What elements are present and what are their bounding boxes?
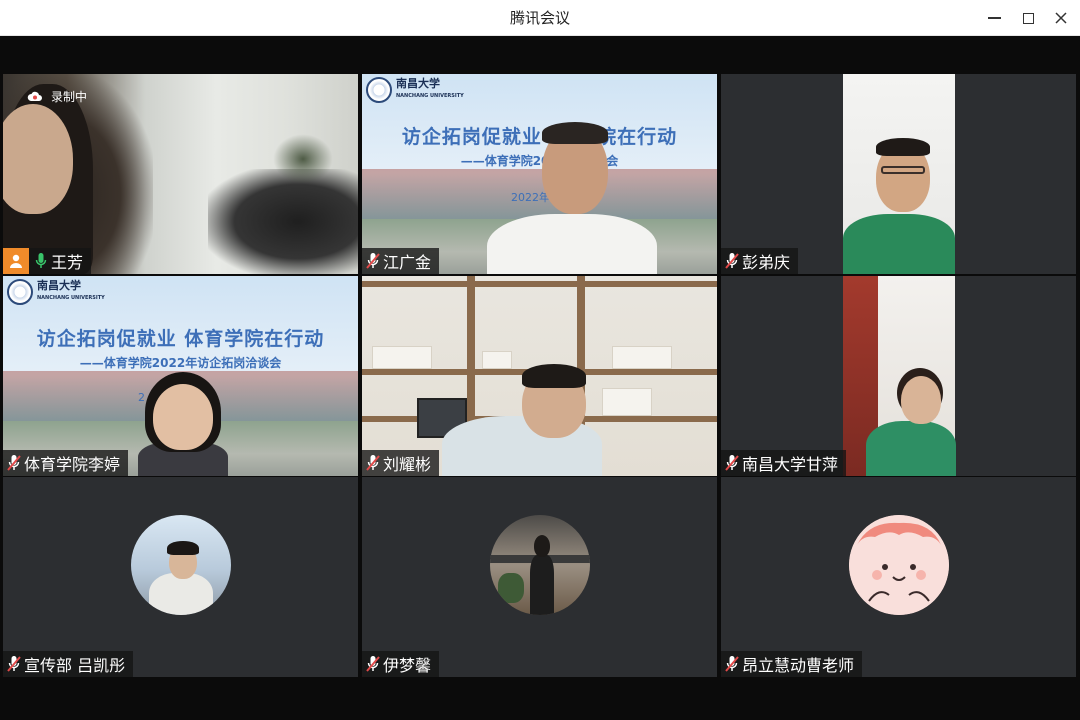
cartoon-avatar-icon [849,515,949,615]
window-title: 腾讯会议 [509,9,570,27]
participant-namebar: 彭弟庆 [721,248,799,274]
participant-video [721,74,1076,274]
participant-tile-cao-laoshi[interactable]: 昂立慧动曹老师 [721,477,1076,677]
participant-video [362,276,717,476]
university-logo: 南昌大学 NANCHANG UNIVERSITY [7,279,105,305]
participant-video: 南昌大学 NANCHANG UNIVERSITY 访企拓岗促就业 体育学院在行动 … [3,276,358,476]
recording-indicator: 录制中 [27,88,87,105]
slide-date: 2022年6月 [511,191,568,204]
participant-video [721,276,1076,476]
participant-tile-liu-yaobin[interactable]: 刘耀彬 [362,276,717,476]
university-name: 南昌大学 NANCHANG UNIVERSITY [396,77,464,100]
host-badge [3,248,29,274]
participant-namebar: 昂立慧动曹老师 [721,651,863,677]
participant-tile-wang-fang[interactable]: 录制中 王芳 [3,74,358,274]
cloud-icon [27,91,42,101]
participant-namebar: 江广金 [362,248,440,274]
slide-subline: ——体育学院2022年 洽谈会 [460,154,619,168]
participant-tile-gan-ping[interactable]: 南昌大学甘萍 [721,276,1076,476]
slide-headline: 访企拓岗促就业 体 学院在行动 [401,126,678,148]
participant-name: 刘耀彬 [383,455,432,474]
participant-name: 昂立慧动曹老师 [742,656,855,675]
microphone-muted-icon [725,454,739,472]
participant-name: 王芳 [51,253,84,272]
participant-name: 江广金 [383,253,432,272]
participant-namebar: 体育学院李婷 [3,450,129,476]
participant-namebar: 伊梦馨 [362,651,440,677]
microphone-muted-icon [725,655,739,673]
participant-tile-li-ting[interactable]: 南昌大学 NANCHANG UNIVERSITY 访企拓岗促就业 体育学院在行动 … [3,276,358,476]
profile-avatar [490,515,590,615]
close-button[interactable] [1044,0,1078,36]
maximize-button[interactable] [1011,0,1045,36]
participant-name: 宣传部 吕凯彤 [24,656,126,675]
participant-tile-jiang-guangjin[interactable]: 南昌大学 NANCHANG UNIVERSITY 访企拓岗促就业 体 学院在行动 … [362,74,717,274]
profile-avatar [131,515,231,615]
microphone-on-icon [34,252,48,270]
microphone-muted-icon [7,454,21,472]
close-icon [1055,12,1067,24]
maximize-icon [1022,12,1034,24]
participant-tile-peng-diqing[interactable]: 彭弟庆 [721,74,1076,274]
recording-label: 录制中 [51,90,88,104]
microphone-muted-icon [7,655,21,673]
user-icon [10,254,22,268]
slide-subline: ——体育学院2022年访企拓岗洽谈会 [79,356,282,370]
microphone-muted-icon [366,454,380,472]
university-name: 南昌大学 NANCHANG UNIVERSITY [37,279,105,302]
participant-namebar: 王芳 [3,248,92,274]
participant-namebar: 刘耀彬 [362,450,440,476]
participant-namebar: 南昌大学甘萍 [721,450,847,476]
microphone-muted-icon [366,252,380,270]
title-bar: 腾讯会议 [0,0,1080,36]
microphone-muted-icon [725,252,739,270]
minimize-icon [987,17,1001,19]
university-logo: 南昌大学 NANCHANG UNIVERSITY [366,77,464,103]
university-seal-icon [7,279,33,305]
participant-tile-lv-kaitong[interactable]: 宣传部 吕凯彤 [3,477,358,677]
video-grid: 录制中 王芳 南昌大学 NANCHANG UNIVERSITY 访企拓岗促就业 … [0,36,1080,720]
participant-video: 南昌大学 NANCHANG UNIVERSITY 访企拓岗促就业 体 学院在行动 … [362,74,717,274]
participant-namebar: 宣传部 吕凯彤 [3,651,134,677]
participant-name: 南昌大学甘萍 [742,455,839,474]
participant-tile-yi-mengxin[interactable]: 伊梦馨 [362,477,717,677]
university-seal-icon [366,77,392,103]
participant-name: 伊梦馨 [383,656,432,675]
microphone-muted-icon [366,655,380,673]
slide-headline: 访企拓岗促就业 体育学院在行动 [36,328,325,350]
profile-avatar [849,515,949,615]
minimize-button[interactable] [977,0,1011,36]
participant-name: 体育学院李婷 [24,455,121,474]
participant-name: 彭弟庆 [742,253,791,272]
